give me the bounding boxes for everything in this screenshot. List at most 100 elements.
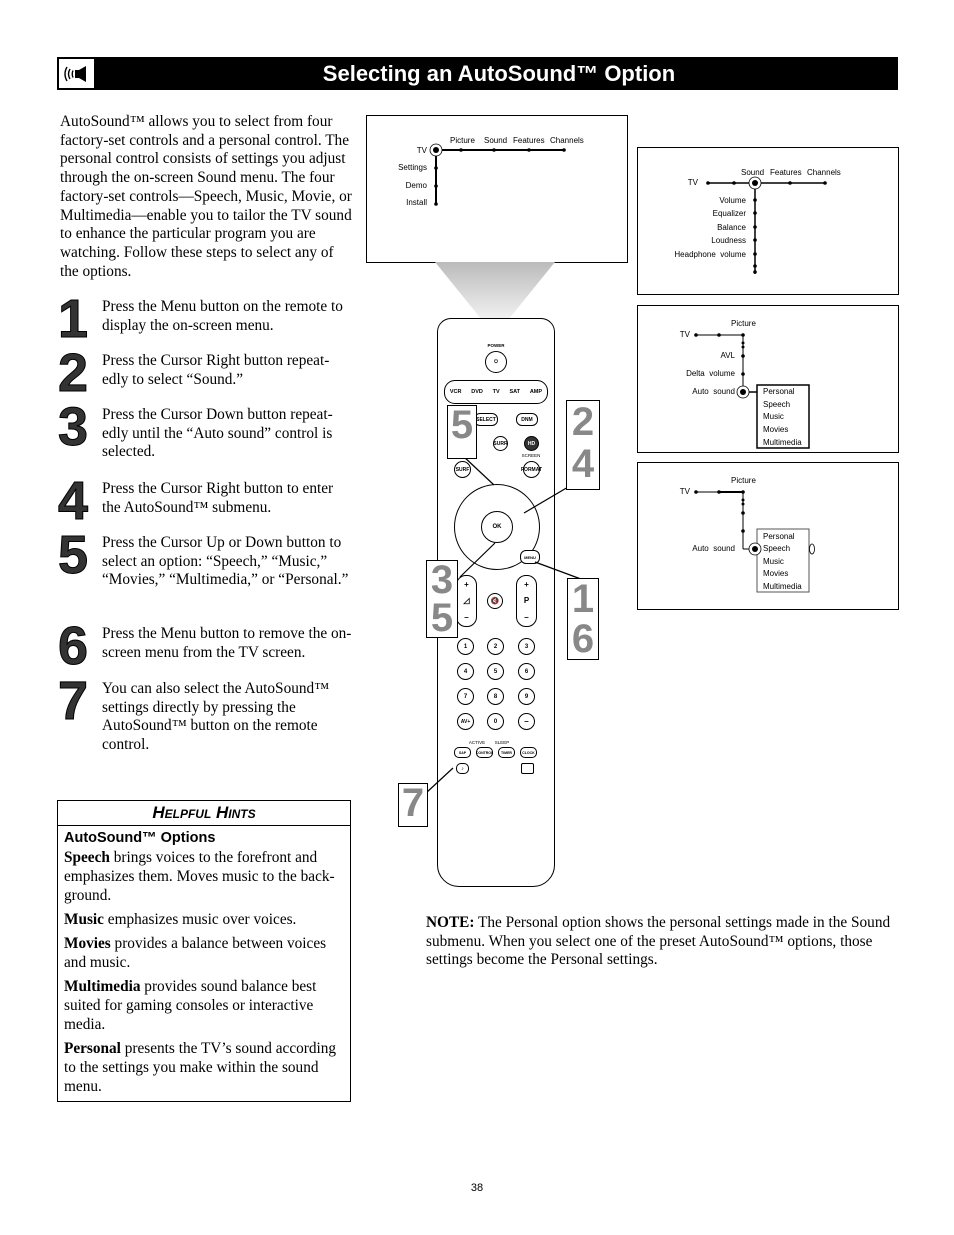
dash-button[interactable]: – xyxy=(518,713,535,730)
hint-speech: Speech brings voices to the forefront an… xyxy=(64,849,335,904)
dvd-button[interactable]: DVD xyxy=(471,389,483,395)
digit-button[interactable]: 1 xyxy=(457,638,474,655)
scroll-indicator-icon xyxy=(809,543,815,555)
option-item: Movies xyxy=(763,425,788,434)
picture-format-button[interactable] xyxy=(521,763,534,774)
menu-item: Auto sound xyxy=(692,387,735,396)
menu-item: Demo xyxy=(406,181,428,190)
hint-personal: Personal presents the TV’s sound accordi… xyxy=(64,1040,337,1095)
menu-root: TV xyxy=(680,487,691,496)
option-item: Personal xyxy=(763,532,795,541)
page-title: Selecting an AutoSound™ Option xyxy=(322,61,676,86)
hint-multimedia: Multimedia provides sound balance best s… xyxy=(64,978,317,1033)
menu-item: Auto sound xyxy=(692,544,735,553)
menu-root: TV xyxy=(688,178,699,187)
surround-button[interactable]: SURR xyxy=(493,436,508,451)
option-item: Speech xyxy=(763,400,790,409)
select-button[interactable]: SELECT xyxy=(474,413,498,426)
amp-button[interactable]: AMP xyxy=(530,389,542,395)
light-beam xyxy=(435,262,555,320)
menu-item: Loudness xyxy=(711,236,746,245)
page-number: 38 xyxy=(470,1182,484,1194)
callout-steps-3-5: 35 xyxy=(426,560,458,638)
vcr-button[interactable]: VCR xyxy=(450,389,462,395)
sleep-timer-button[interactable]: TIMER xyxy=(498,747,515,758)
step-text: Press the Menu button on the remote to d… xyxy=(102,298,343,334)
intro-paragraph: AutoSound™ allows you to select from fou… xyxy=(60,113,352,280)
power-label: POWER xyxy=(487,343,505,348)
callout-steps-2-4: 24 xyxy=(566,400,600,490)
source-selector: VCR DVD TV SAT AMP xyxy=(444,380,548,404)
surf-button[interactable]: SURF xyxy=(454,461,471,478)
step-text: Press the Cursor Right button to enter t… xyxy=(102,480,334,516)
step-text: Press the Cursor Down button repeat-edly… xyxy=(102,406,333,461)
menu-item: Balance xyxy=(717,223,746,232)
option-item: Movies xyxy=(763,569,788,578)
hint-music: Music emphasizes music over voices. xyxy=(64,911,297,928)
sap-button[interactable]: SAP xyxy=(454,747,471,758)
menu-item: Headphone volume xyxy=(674,250,746,259)
digit-button[interactable]: 2 xyxy=(487,638,504,655)
active-control-button[interactable]: CONTROL xyxy=(476,747,493,758)
step-text: You can also select the AutoSound™ setti… xyxy=(102,680,330,754)
digit-button[interactable]: 7 xyxy=(457,688,474,705)
hints-subheading: AutoSound™ Options xyxy=(64,830,216,846)
step-text: Press the Cursor Up or Down button to se… xyxy=(102,534,349,589)
power-button[interactable]: ⏻ xyxy=(485,351,507,373)
digit-button[interactable]: 4 xyxy=(457,663,474,680)
dnm-button[interactable]: DNM xyxy=(516,413,538,426)
manual-page: Selecting an AutoSound™ Option AutoSound… xyxy=(0,0,954,1235)
digit-button[interactable]: 8 xyxy=(487,688,504,705)
sat-button[interactable]: SAT xyxy=(509,389,520,395)
menu-item: Features xyxy=(513,136,545,145)
sound-menu-diagram: TV Sound Features Channels Volume Equali… xyxy=(637,147,899,295)
menu-root: TV xyxy=(680,330,691,339)
volume-rocker[interactable]: + ◿ – xyxy=(456,575,477,627)
clock-button[interactable]: CLOCK xyxy=(520,747,537,758)
menu-root: TV xyxy=(417,146,428,155)
ok-button[interactable]: OK xyxy=(481,511,513,543)
format-button[interactable]: FORMAT xyxy=(521,461,542,478)
menu-item: Features xyxy=(770,168,802,177)
callout-step-5: 5 xyxy=(447,405,477,459)
tv-main-menu-diagram: TV Picture Sound Features Channels Setti… xyxy=(366,115,628,263)
option-item: Speech xyxy=(763,544,790,553)
digit-button[interactable]: 6 xyxy=(518,663,535,680)
digit-button[interactable]: 0 xyxy=(487,713,504,730)
menu-item: Volume xyxy=(719,196,746,205)
hd-button[interactable]: HD xyxy=(524,436,539,451)
sleep-label: SLEEP xyxy=(494,740,510,745)
digit-button[interactable]: 3 xyxy=(518,638,535,655)
tv-button[interactable]: TV xyxy=(493,389,500,395)
note-paragraph: NOTE: The Personal option shows the pers… xyxy=(426,914,891,969)
menu-button[interactable]: MENU xyxy=(520,550,540,564)
option-item: Personal xyxy=(763,387,795,396)
option-item: Music xyxy=(763,557,784,566)
digit-button[interactable]: 9 xyxy=(518,688,535,705)
av-plus-button[interactable]: AV+ xyxy=(457,713,474,730)
menu-item: Channels xyxy=(550,136,584,145)
menu-item: Picture xyxy=(731,319,756,328)
menu-item: Sound xyxy=(484,136,507,145)
helpful-hints-box: Helpful Hints AutoSound™ Options Speech … xyxy=(57,800,351,1102)
menu-item: Install xyxy=(406,198,427,207)
step-number: 7 xyxy=(57,671,89,731)
screen-label: SCREEN xyxy=(521,453,541,458)
speaker-sound-icon xyxy=(59,59,94,88)
channel-rocker[interactable]: + P – xyxy=(516,575,537,627)
callout-steps-1-6: 16 xyxy=(567,578,599,660)
menu-item: Picture xyxy=(731,476,756,485)
option-item: Multimedia xyxy=(763,438,802,447)
autosound-button[interactable]: ♪ xyxy=(456,763,469,774)
step-number: 5 xyxy=(57,525,89,585)
step-number: 1 xyxy=(57,289,89,349)
step-number: 3 xyxy=(57,397,89,457)
option-item: Multimedia xyxy=(763,582,802,591)
step-number: 4 xyxy=(57,471,89,531)
digit-button[interactable]: 5 xyxy=(487,663,504,680)
mute-button[interactable]: 🔇 xyxy=(487,593,503,609)
menu-item: Equalizer xyxy=(713,209,747,218)
step-text: Press the Menu button to remove the on-s… xyxy=(102,625,352,661)
menu-item: AVL xyxy=(720,351,735,360)
auto-sound-options-diagram: TV Picture Auto sound Personal Speech Mu… xyxy=(637,462,899,610)
